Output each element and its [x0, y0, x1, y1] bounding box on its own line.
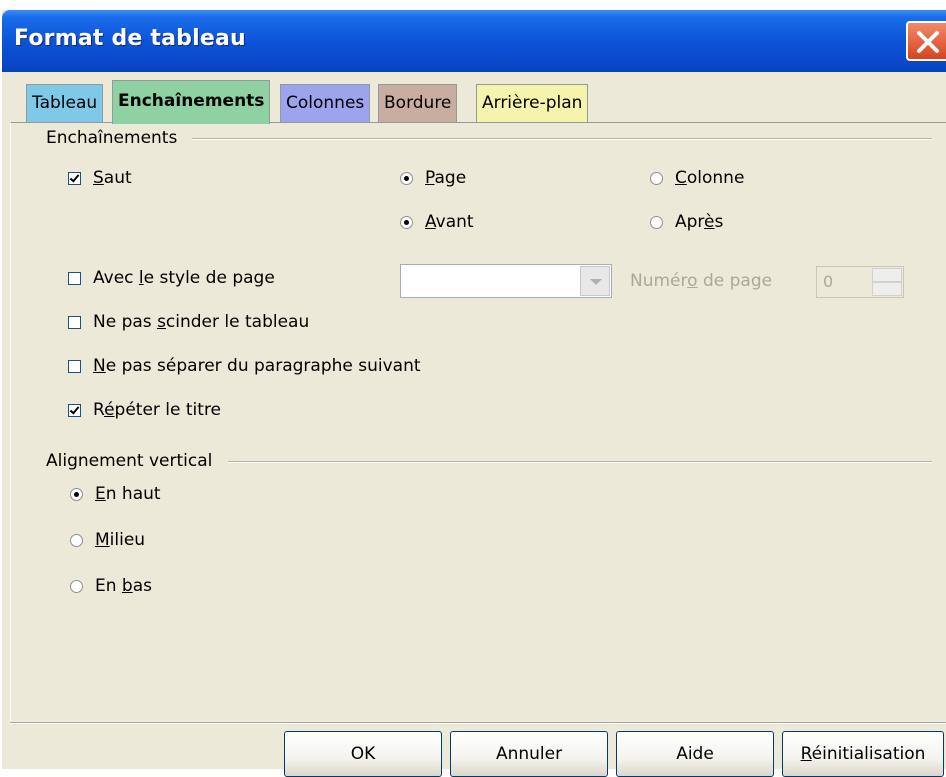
- tab-label: Tableau: [32, 93, 98, 113]
- checkbox-box: [68, 315, 81, 329]
- close-button[interactable]: [906, 21, 946, 61]
- tab-panel: [10, 122, 946, 721]
- title-bar: Format de tableau: [2, 10, 946, 72]
- group-separator: [192, 138, 932, 140]
- tab-label: Bordure: [384, 93, 452, 113]
- tab-arriere-plan[interactable]: Arrière-plan: [476, 84, 589, 122]
- checkbox-box: [68, 359, 81, 373]
- page-style-dropdown[interactable]: [400, 264, 612, 298]
- valign-top-label: En haut: [95, 484, 161, 504]
- no-split-label: Ne pas scinder le tableau: [93, 312, 310, 332]
- repeat-heading-checkbox[interactable]: Répéter le titre: [68, 400, 221, 420]
- keep-next-label: Ne pas séparer du paragraphe suivant: [93, 356, 421, 376]
- page-style-label: Avec le style de page: [93, 268, 275, 288]
- keep-next-checkbox[interactable]: Ne pas séparer du paragraphe suivant: [68, 356, 421, 376]
- reset-button[interactable]: Réinitialisation: [782, 731, 944, 777]
- page-number-value: 0: [823, 272, 834, 291]
- ok-button[interactable]: OK: [284, 731, 442, 777]
- tab-colonnes[interactable]: Colonnes: [280, 84, 371, 122]
- button-bar-separator: [10, 722, 946, 724]
- radio-circle: [400, 215, 413, 229]
- valign-middle-radio[interactable]: Milieu: [70, 530, 145, 550]
- tab-enchainements[interactable]: Enchaînements: [112, 80, 271, 124]
- saut-label: Saut: [93, 168, 132, 188]
- avant-radio[interactable]: Avant: [400, 212, 474, 232]
- page-number-label: Numéro de page: [630, 271, 773, 291]
- tab-label: Arrière-plan: [482, 93, 583, 113]
- spin-down-icon[interactable]: [872, 282, 902, 296]
- page-number-spinner[interactable]: 0: [816, 266, 904, 298]
- radio-circle: [70, 487, 83, 501]
- help-button[interactable]: Aide: [616, 731, 774, 777]
- checkbox-box: [68, 271, 81, 285]
- close-icon: [917, 31, 939, 53]
- valign-middle-label: Milieu: [95, 530, 146, 550]
- cancel-button[interactable]: Annuler: [450, 731, 608, 777]
- page-radio[interactable]: Page: [400, 168, 466, 188]
- tab-label: Enchaînements: [118, 91, 265, 111]
- chevron-down-icon[interactable]: [580, 266, 610, 296]
- avant-label: Avant: [425, 212, 474, 232]
- group-label-alignement: Alignement vertical: [46, 451, 221, 471]
- radio-circle: [650, 171, 663, 185]
- group-label-enchainements: Enchaînements: [46, 128, 186, 148]
- no-split-checkbox[interactable]: Ne pas scinder le tableau: [68, 312, 309, 332]
- spin-up-icon[interactable]: [872, 268, 902, 282]
- page-label: Page: [425, 168, 467, 188]
- checkbox-box: [68, 403, 81, 417]
- tab-label: Colonnes: [286, 93, 365, 113]
- repeat-heading-label: Répéter le titre: [93, 400, 222, 420]
- tab-tableau[interactable]: Tableau: [26, 84, 104, 122]
- radio-circle: [70, 533, 83, 547]
- radio-circle: [400, 171, 413, 185]
- group-separator: [228, 461, 932, 463]
- apres-radio[interactable]: Après: [650, 212, 723, 232]
- radio-circle: [70, 579, 83, 593]
- dialog-window: Format de tableau Tableau Enchaînements …: [2, 10, 946, 777]
- page-style-checkbox[interactable]: Avec le style de page: [68, 268, 275, 288]
- saut-checkbox[interactable]: Saut: [68, 168, 132, 188]
- radio-circle: [650, 215, 663, 229]
- valign-bottom-label: En bas: [95, 576, 152, 596]
- checkbox-box: [68, 171, 81, 185]
- colonne-label: Colonne: [675, 168, 745, 188]
- apres-label: Après: [675, 212, 724, 232]
- tab-bordure[interactable]: Bordure: [378, 84, 458, 122]
- colonne-radio[interactable]: Colonne: [650, 168, 744, 188]
- dialog-title: Format de tableau: [14, 26, 246, 51]
- valign-bottom-radio[interactable]: En bas: [70, 576, 152, 596]
- valign-top-radio[interactable]: En haut: [70, 484, 161, 504]
